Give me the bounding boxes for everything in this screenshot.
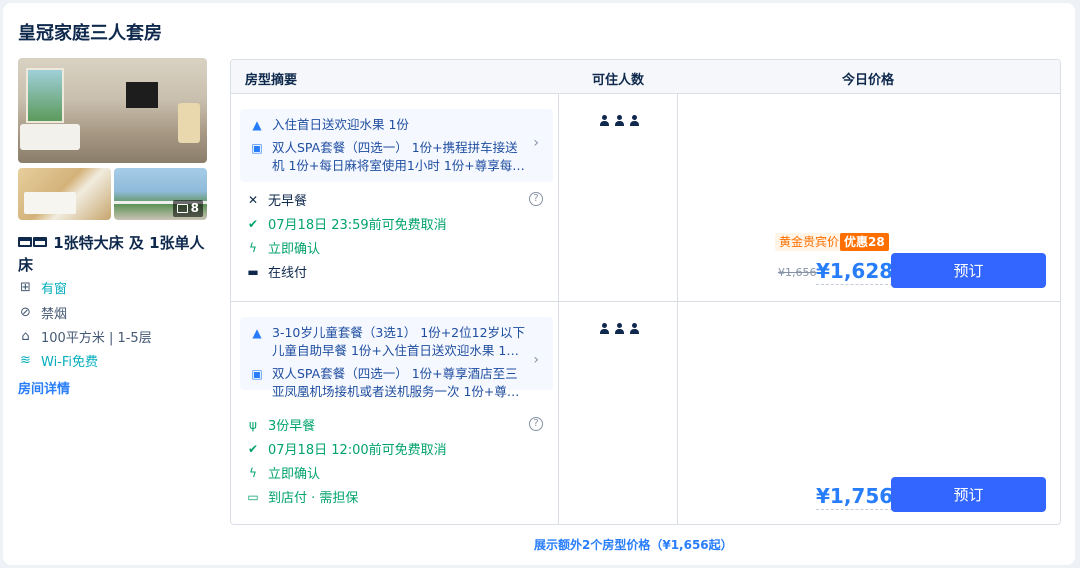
area-icon: ⌂ — [21, 329, 30, 344]
instant-confirm: ϟ 立即确认 — [246, 463, 320, 483]
chevron-right-icon[interactable]: › — [533, 135, 539, 151]
check-circle-icon: ✔ — [247, 441, 259, 456]
room-card: 皇冠家庭三人套房 8 1张特大床 及 1张单人床 ⊞ 有窗 ⊘ 禁烟 ⌂ 100… — [3, 3, 1075, 565]
original-price: ¥1,656 — [778, 266, 817, 279]
package-item: ▲ 入住首日送欢迎水果 1份 — [250, 116, 543, 134]
feature-window: ⊞ 有窗 — [18, 278, 67, 297]
image-icon — [176, 204, 188, 213]
dome-icon: ▲ — [252, 326, 262, 340]
check-circle-icon: ✔ — [247, 216, 259, 231]
person-icon — [614, 115, 625, 127]
package-item: ▣ 双人SPA套餐（四选一） 1份+尊享酒店至三亚凤凰机场接机或者送机服务一次 … — [251, 366, 520, 399]
dome-icon: ▲ — [252, 118, 262, 132]
person-icon — [599, 115, 610, 127]
room-details-link[interactable]: 房间详情 — [18, 378, 70, 397]
instant-confirm: ϟ 立即确认 — [246, 238, 320, 258]
no-smoking-icon: ⊘ — [20, 305, 31, 320]
book-button[interactable]: 预订 — [891, 477, 1046, 512]
show-more-prices-link[interactable]: 展示额外2个房型价格（¥1,656起） — [534, 536, 733, 553]
bed-icon — [18, 237, 32, 247]
chevron-right-icon[interactable]: › — [533, 352, 539, 368]
payment-method: ▭ 到店付 · 需担保 — [247, 489, 359, 507]
gift-icon: ▣ — [251, 367, 263, 381]
package-box[interactable]: ▲ 3-10岁儿童套餐（3选1） 1份+2位12岁以下儿童自助早餐 1份+入住首… — [240, 317, 553, 399]
fork-knife-icon: ψ — [249, 417, 257, 432]
bed-type: 1张特大床 及 1张单人床 — [18, 234, 205, 274]
meal-info: ψ 3份早餐 — [246, 415, 315, 435]
gold-member-tag: 黄金贵宾价 — [775, 233, 844, 251]
room-photo-thumb-2[interactable]: 8 — [114, 168, 207, 220]
book-button[interactable]: 预订 — [891, 253, 1046, 288]
price: ¥1,756 — [816, 484, 894, 510]
lightning-icon: ϟ — [249, 240, 257, 255]
header-occupancy: 可住人数 — [592, 73, 645, 88]
wifi-icon: ≋ — [20, 353, 31, 368]
gift-icon: ▣ — [251, 141, 263, 155]
person-icon — [614, 323, 625, 335]
room-title: 皇冠家庭三人套房 — [18, 23, 162, 44]
card-icon: ▬ — [247, 264, 259, 279]
package-item: ▣ 双人SPA套餐（四选一） 1份+携程拼车接送机 1份+每日麻将室使用1小时 … — [251, 140, 525, 173]
room-photo-thumb-1[interactable] — [18, 168, 111, 220]
package-item: ▲ 3-10岁儿童套餐（3选1） 1份+2位12岁以下儿童自助早餐 1份+入住首… — [250, 324, 543, 360]
lightning-icon: ϟ — [249, 465, 257, 480]
rate-table: 房型摘要 可住人数 今日价格 ▲ 入住首日送欢迎水果 1份 ▣ 双人SPA套餐（… — [230, 59, 1061, 525]
person-icon — [629, 323, 640, 335]
cancel-policy: ✔ 07月18日 12:00前可免费取消 — [247, 441, 447, 459]
person-icon — [599, 323, 610, 335]
photo-count-badge[interactable]: 8 — [172, 200, 203, 217]
window-icon: ⊞ — [20, 280, 31, 295]
pay-at-hotel-icon: ▭ — [247, 489, 259, 504]
price: ¥1,628 — [816, 259, 894, 285]
table-header: 房型摘要 可住人数 今日价格 — [231, 60, 1060, 94]
header-price: 今日价格 — [842, 73, 895, 88]
no-meal-icon: ✕ — [247, 192, 259, 207]
cancel-policy: ✔ 07月18日 23:59前可免费取消 — [247, 216, 447, 234]
person-icon — [629, 115, 640, 127]
meal-info: ✕ 无早餐 — [247, 192, 308, 210]
occupancy-3-people — [599, 323, 640, 335]
room-photo-main[interactable] — [18, 58, 207, 163]
occupancy-3-people — [599, 115, 640, 127]
bed-icon — [33, 237, 47, 247]
feature-wifi: ≋ Wi-Fi免费 — [18, 351, 98, 370]
feature-no-smoking: ⊘ 禁烟 — [18, 303, 67, 322]
feature-area: ⌂ 100平方米 | 1-5层 — [18, 327, 151, 346]
package-box[interactable]: ▲ 入住首日送欢迎水果 1份 ▣ 双人SPA套餐（四选一） 1份+携程拼车接送机… — [240, 109, 553, 182]
help-icon[interactable]: ? — [529, 192, 543, 206]
payment-method: ▬ 在线付 — [247, 264, 308, 282]
header-summary: 房型摘要 — [245, 73, 298, 88]
discount-tag: 优惠28 — [840, 233, 889, 251]
help-icon[interactable]: ? — [529, 417, 543, 431]
